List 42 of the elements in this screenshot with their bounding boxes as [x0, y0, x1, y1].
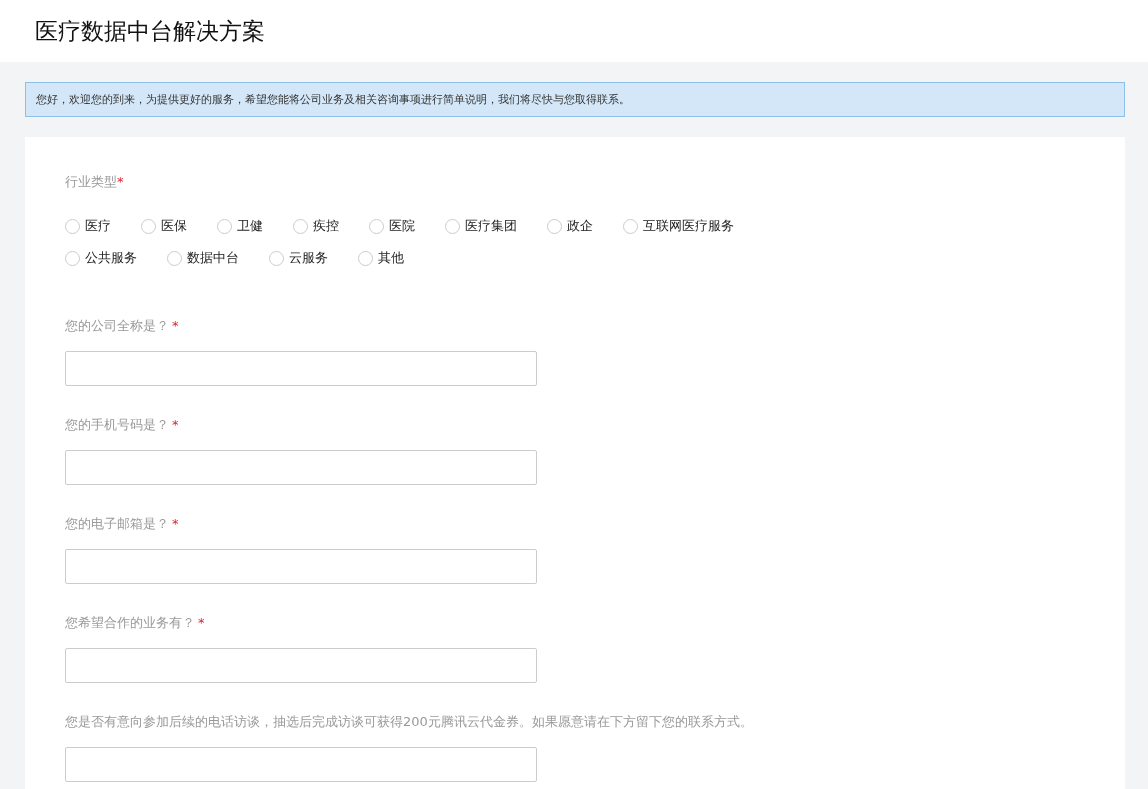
input-field[interactable]: [65, 549, 537, 584]
radio-icon[interactable]: [269, 250, 284, 266]
radio-option[interactable]: 疾控: [293, 217, 339, 235]
radio-icon[interactable]: [217, 218, 232, 234]
field-label: 行业类型: [65, 174, 117, 189]
input-field[interactable]: [65, 747, 537, 782]
notice-banner: 您好，欢迎您的到来，为提供更好的服务，希望您能将公司业务及相关咨询事项进行简单说明，我们将尽快与您取得联系。: [25, 82, 1125, 117]
radio-option[interactable]: 医疗集团: [445, 217, 517, 235]
required-mark: *: [172, 318, 179, 333]
field-label: 您的电子邮箱是？: [65, 516, 169, 531]
input-field[interactable]: [65, 351, 537, 386]
input-field[interactable]: [65, 450, 537, 485]
required-mark: *: [172, 516, 179, 531]
radio-icon[interactable]: [65, 218, 80, 234]
radio-option[interactable]: 政企: [547, 217, 593, 235]
radio-icon[interactable]: [369, 218, 384, 234]
required-mark: *: [172, 417, 179, 432]
radio-option[interactable]: 数据中台: [167, 249, 239, 267]
field-label: 您的公司全称是？: [65, 318, 169, 333]
radio-option[interactable]: 云服务: [269, 249, 328, 267]
required-mark: *: [198, 615, 205, 630]
input-field[interactable]: [65, 648, 537, 683]
page-title: 医疗数据中台解决方案: [35, 16, 265, 46]
radio-option[interactable]: 其他: [358, 249, 404, 267]
radio-option[interactable]: 医保: [141, 217, 187, 235]
radio-icon[interactable]: [293, 218, 308, 234]
radio-option[interactable]: 医疗: [65, 217, 111, 235]
radio-option[interactable]: 公共服务: [65, 249, 137, 267]
field-label: 您希望合作的业务有？: [65, 615, 195, 630]
field-label: 您是否有意向参加后续的电话访谈，抽选后完成访谈可获得200元腾讯云代金券。如果愿意请在下方留下您的联系方式。: [65, 714, 753, 729]
radio-option[interactable]: 医院: [369, 217, 415, 235]
required-mark: *: [117, 174, 124, 189]
radio-icon[interactable]: [623, 218, 638, 234]
field-label: 您的手机号码是？: [65, 417, 169, 432]
radio-icon[interactable]: [445, 218, 460, 234]
radio-option[interactable]: 卫健: [217, 217, 263, 235]
radio-icon[interactable]: [167, 250, 182, 266]
radio-icon[interactable]: [547, 218, 562, 234]
radio-icon[interactable]: [358, 250, 373, 266]
radio-icon[interactable]: [65, 250, 80, 266]
radio-option[interactable]: 互联网医疗服务: [623, 217, 734, 235]
radio-icon[interactable]: [141, 218, 156, 234]
